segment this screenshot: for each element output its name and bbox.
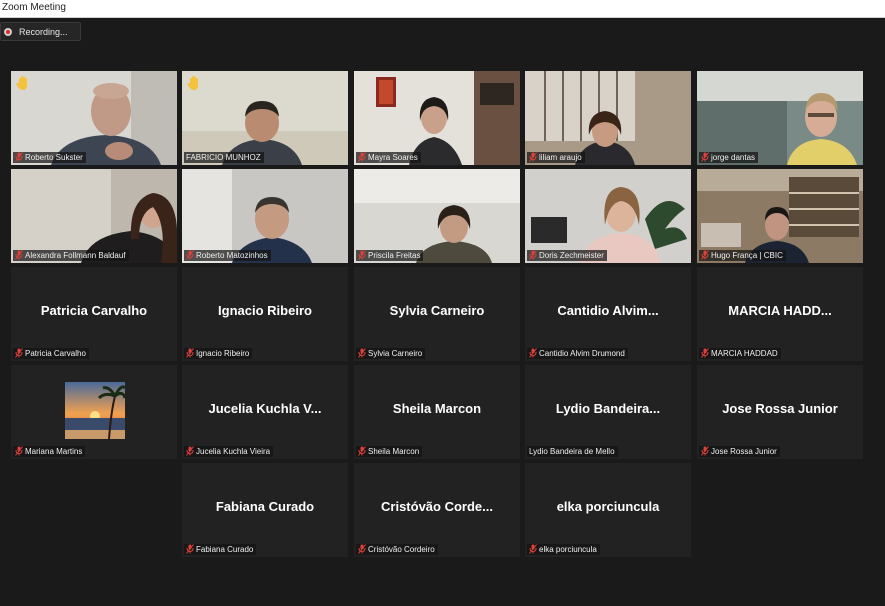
participant-name-label: Jucelia Kuchla Vieira bbox=[184, 446, 274, 457]
participant-name-label: Sheila Marcon bbox=[356, 446, 423, 457]
mic-muted-icon bbox=[15, 152, 23, 162]
participant-tile[interactable]: Cantidio Alvim... Cantidio Alvim Drumond bbox=[525, 267, 691, 361]
participant-tile[interactable]: Priscila Freitas bbox=[354, 169, 520, 263]
participant-name-label: Roberto Sukster bbox=[13, 152, 86, 163]
participant-name-label: Fabiana Curado bbox=[184, 544, 257, 555]
participant-tile[interactable]: Jucelia Kuchla V... Jucelia Kuchla Vieir… bbox=[182, 365, 348, 459]
mic-muted-icon bbox=[701, 446, 709, 456]
participant-name-label: MARCIA HADDAD bbox=[699, 348, 781, 359]
participant-name-label: Ignacio Ribeiro bbox=[184, 348, 253, 359]
participant-tile[interactable]: Doris Zechmeister bbox=[525, 169, 691, 263]
participant-tile[interactable]: Roberto Matozinhos bbox=[182, 169, 348, 263]
participant-name-label: Hugo França | CBIC bbox=[699, 250, 786, 261]
participant-display-name: Sheila Marcon bbox=[392, 401, 482, 416]
video-feed bbox=[11, 71, 177, 165]
participant-name-label: elka porciuncula bbox=[527, 544, 600, 555]
mic-muted-icon bbox=[529, 348, 537, 358]
participant-display-name: Fabiana Curado bbox=[215, 499, 315, 514]
participant-name-label: Roberto Matozinhos bbox=[184, 250, 271, 261]
mic-muted-icon bbox=[186, 446, 194, 456]
mic-muted-icon bbox=[358, 348, 366, 358]
video-feed bbox=[697, 71, 863, 165]
participant-display-name: MARCIA HADD... bbox=[728, 303, 832, 318]
participant-name-label: Alexandra Follmann Baldauf bbox=[13, 250, 129, 261]
participant-name-label: Priscila Freitas bbox=[356, 250, 424, 261]
recording-label: Recording... bbox=[19, 27, 68, 37]
mic-muted-icon bbox=[358, 152, 366, 162]
participant-tile[interactable]: liliam araujo bbox=[525, 71, 691, 165]
raised-hand-icon bbox=[16, 76, 27, 90]
participant-tile[interactable]: Sylvia Carneiro Sylvia Carneiro bbox=[354, 267, 520, 361]
mic-muted-icon bbox=[529, 544, 537, 554]
participant-name-label: FABRICIO MUNHOZ bbox=[184, 152, 264, 163]
participant-tile[interactable]: Mayra Soares bbox=[354, 71, 520, 165]
participant-name-label: Cantidio Alvim Drumond bbox=[527, 348, 628, 359]
video-feed bbox=[354, 169, 520, 263]
video-feed bbox=[182, 169, 348, 263]
participant-display-name: Patricia Carvalho bbox=[40, 303, 148, 318]
window-title: Zoom Meeting bbox=[2, 2, 66, 13]
participant-display-name: elka porciuncula bbox=[556, 499, 660, 514]
participant-name-label: jorge dantas bbox=[699, 152, 759, 163]
participant-name-label: Patricia Carvalho bbox=[13, 348, 89, 359]
participant-tile[interactable]: Cristóvão Corde... Cristóvão Cordeiro bbox=[354, 463, 520, 557]
participant-name-label: Cristóvão Cordeiro bbox=[356, 544, 438, 555]
video-feed bbox=[525, 169, 691, 263]
participant-tile[interactable]: Lydio Bandeira... Lydio Bandeira de Mell… bbox=[525, 365, 691, 459]
participant-display-name: Jucelia Kuchla V... bbox=[208, 401, 322, 416]
participant-display-name: Cantidio Alvim... bbox=[557, 303, 659, 318]
participant-tile[interactable]: Patricia Carvalho Patricia Carvalho bbox=[11, 267, 177, 361]
mic-muted-icon bbox=[701, 250, 709, 260]
mic-muted-icon bbox=[186, 250, 194, 260]
participant-display-name: Lydio Bandeira... bbox=[555, 401, 661, 416]
participant-display-name: Sylvia Carneiro bbox=[389, 303, 485, 318]
participant-name-label: Sylvia Carneiro bbox=[356, 348, 426, 359]
recording-indicator[interactable]: Recording... bbox=[0, 22, 81, 41]
participant-tile[interactable]: Fabiana Curado Fabiana Curado bbox=[182, 463, 348, 557]
participant-tile[interactable]: Ignacio Ribeiro Ignacio Ribeiro bbox=[182, 267, 348, 361]
participant-tile[interactable]: Jose Rossa Junior Jose Rossa Junior bbox=[697, 365, 863, 459]
participant-tile-active-speaker[interactable]: FABRICIO MUNHOZ bbox=[182, 71, 348, 165]
mic-muted-icon bbox=[15, 446, 23, 456]
participant-name-label: Mayra Soares bbox=[356, 152, 421, 163]
participant-name-label: Doris Zechmeister bbox=[527, 250, 607, 261]
video-feed bbox=[354, 71, 520, 165]
participant-tile[interactable]: Sheila Marcon Sheila Marcon bbox=[354, 365, 520, 459]
mic-muted-icon bbox=[15, 250, 23, 260]
mic-muted-icon bbox=[186, 544, 194, 554]
record-icon bbox=[4, 28, 12, 36]
participant-tile[interactable]: Hugo França | CBIC bbox=[697, 169, 863, 263]
participant-tile[interactable]: Mariana Martins bbox=[11, 365, 177, 459]
video-feed bbox=[697, 169, 863, 263]
mic-muted-icon bbox=[529, 250, 537, 260]
raised-hand-icon bbox=[187, 76, 198, 90]
mic-muted-icon bbox=[701, 152, 709, 162]
participant-tile[interactable]: Alexandra Follmann Baldauf bbox=[11, 169, 177, 263]
participant-tile[interactable]: MARCIA HADD... MARCIA HADDAD bbox=[697, 267, 863, 361]
participant-name-label: liliam araujo bbox=[527, 152, 585, 163]
mic-muted-icon bbox=[15, 348, 23, 358]
profile-picture bbox=[65, 382, 125, 439]
window-title-bar: Zoom Meeting bbox=[0, 0, 885, 18]
video-feed bbox=[182, 71, 348, 165]
mic-muted-icon bbox=[529, 152, 537, 162]
participant-name-label: Mariana Martins bbox=[13, 446, 86, 457]
video-feed bbox=[11, 169, 177, 263]
mic-muted-icon bbox=[358, 250, 366, 260]
mic-muted-icon bbox=[186, 348, 194, 358]
participant-tile[interactable]: elka porciuncula elka porciuncula bbox=[525, 463, 691, 557]
participant-tile[interactable]: jorge dantas bbox=[697, 71, 863, 165]
mic-muted-icon bbox=[358, 544, 366, 554]
participant-name-label: Jose Rossa Junior bbox=[699, 446, 780, 457]
participant-name-label: Lydio Bandeira de Mello bbox=[527, 446, 618, 457]
participant-display-name: Ignacio Ribeiro bbox=[218, 303, 312, 318]
participant-display-name: Jose Rossa Junior bbox=[722, 401, 838, 416]
participant-display-name: Cristóvão Corde... bbox=[381, 499, 493, 514]
participant-tile[interactable]: Roberto Sukster bbox=[11, 71, 177, 165]
mic-muted-icon bbox=[358, 446, 366, 456]
video-feed bbox=[525, 71, 691, 165]
mic-muted-icon bbox=[701, 348, 709, 358]
